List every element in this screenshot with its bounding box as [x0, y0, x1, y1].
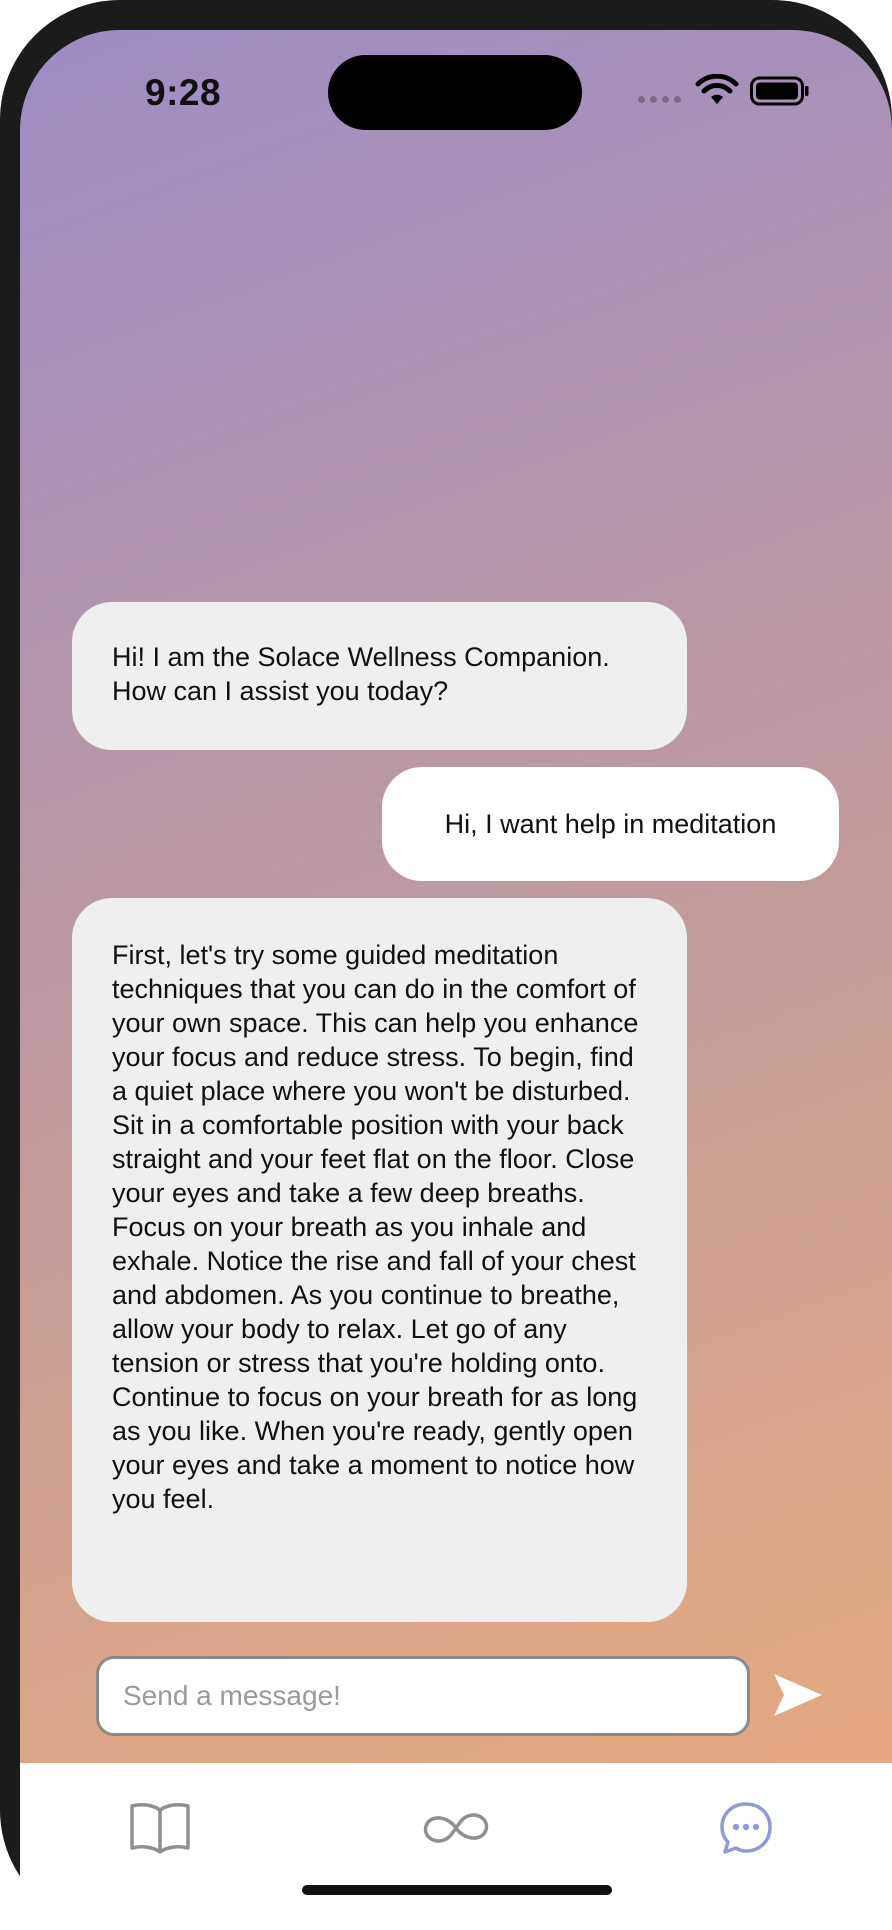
battery-icon [750, 76, 809, 106]
tab-bar [20, 1763, 892, 1930]
cellular-signal-icon [638, 96, 681, 103]
phone-frame: 9:28 Hi! I am the Solace Wellness Compan… [0, 0, 892, 1930]
message-text: Hi, I want help in meditation [444, 809, 777, 839]
user-message: Hi, I want help in meditation [382, 767, 839, 881]
wifi-icon [695, 74, 739, 104]
status-time: 9:28 [145, 72, 222, 113]
bot-message: First, let's try some guided meditation … [72, 898, 687, 1622]
infinity-icon [423, 1813, 489, 1843]
message-text: First, let's try some guided meditation … [112, 940, 639, 1514]
tab-journal[interactable] [120, 1793, 200, 1863]
chat-bubble-icon [720, 1802, 772, 1854]
bot-message: Hi! I am the Solace Wellness Companion. … [72, 602, 687, 750]
message-input[interactable] [121, 1679, 747, 1713]
dynamic-island [328, 55, 582, 130]
book-icon [130, 1803, 190, 1854]
home-indicator[interactable] [302, 1885, 612, 1895]
tab-chat[interactable] [706, 1793, 786, 1863]
message-text: Hi! I am the Solace Wellness Companion. … [112, 642, 610, 706]
message-input-container [96, 1656, 750, 1736]
chat-screen: 9:28 Hi! I am the Solace Wellness Compan… [20, 30, 892, 1930]
send-arrow-icon[interactable] [770, 1670, 826, 1720]
tab-meditate[interactable] [416, 1793, 496, 1863]
